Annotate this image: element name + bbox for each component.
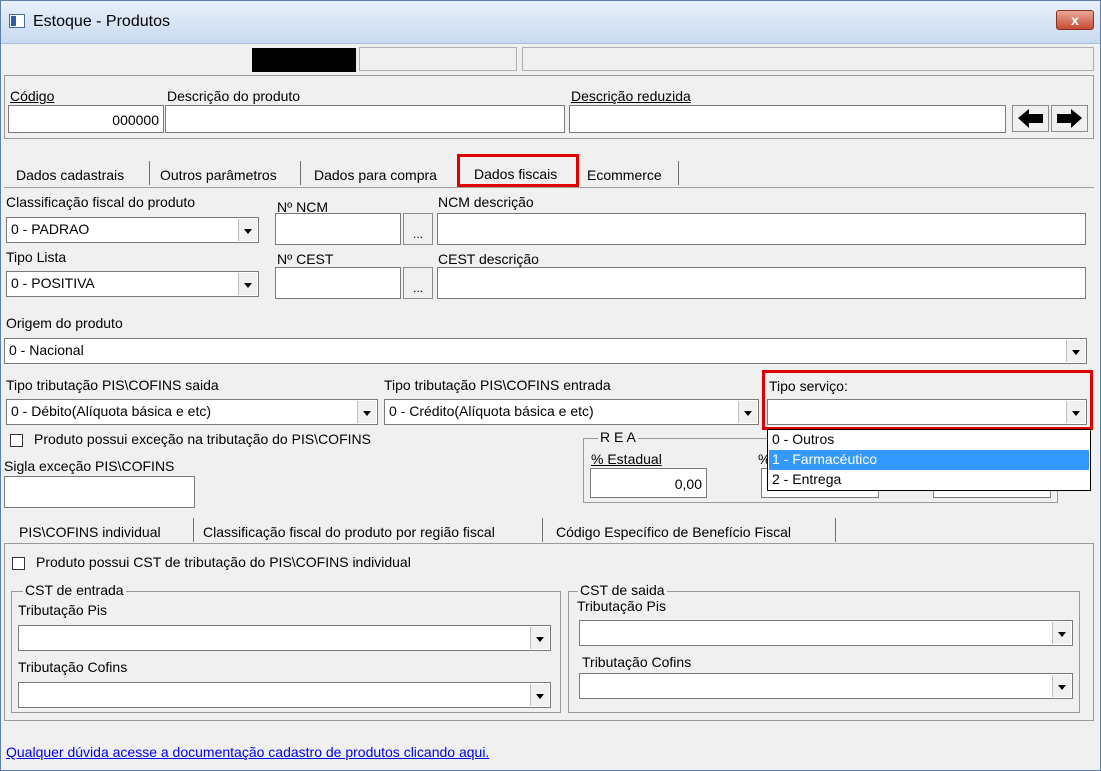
tab-divider (149, 161, 150, 185)
cest-label: Nº CEST (277, 251, 334, 267)
tab-classificacao-regiao[interactable]: Classificação fiscal do produto por regi… (203, 524, 495, 540)
arrow-left-icon (1018, 109, 1043, 128)
codigo-value: 000000 (112, 112, 159, 128)
tab-ecommerce[interactable]: Ecommerce (587, 167, 662, 183)
cst-entrada-title: CST de entrada (23, 582, 126, 598)
tab-divider (300, 161, 301, 185)
tipo-lista-label: Tipo Lista (6, 249, 67, 265)
ncm-field[interactable] (275, 213, 401, 245)
tab-divider (193, 518, 194, 542)
cst-saida-title: CST de saida (578, 582, 667, 598)
pis-saida-value: 0 - Débito(Alíquota básica e etc) (11, 403, 211, 419)
origem-value: 0 - Nacional (9, 342, 84, 358)
chevron-down-icon[interactable] (238, 273, 257, 295)
app-icon (9, 14, 25, 28)
title-bar: Estoque - Produtos x (1, 1, 1100, 44)
excecao-checkbox[interactable] (10, 434, 23, 447)
option-farmaceutico[interactable]: 1 - Farmacéutico (769, 450, 1089, 470)
descricao-reduzida-field[interactable] (569, 105, 1006, 133)
sigla-label: Sigla exceção PIS\COFINS (4, 458, 175, 474)
chevron-down-icon[interactable] (357, 401, 376, 423)
tab-pis-cofins-individual[interactable]: PIS\COFINS individual (19, 524, 161, 540)
ncm-search-button[interactable]: ... (403, 213, 433, 245)
highlight-tipo-servico (762, 370, 1093, 430)
window-title: Estoque - Produtos (33, 13, 170, 30)
tipo-lista-select[interactable]: 0 - POSITIVA (6, 271, 259, 297)
sigla-field[interactable] (4, 476, 195, 508)
chevron-down-icon[interactable] (530, 627, 549, 649)
entrada-trib-pis-select[interactable] (18, 625, 551, 651)
chevron-down-icon[interactable] (1066, 340, 1085, 362)
estadual-field[interactable]: 0,00 (590, 468, 707, 498)
highlight-dados-fiscais-tab (457, 154, 579, 187)
descricao-reduzida-label: Descrição reduzida (571, 88, 691, 104)
status-block-dark (252, 48, 356, 72)
pis-entrada-select[interactable]: 0 - Crédito(Alíquota básica e etc) (384, 399, 759, 425)
saida-trib-cofins-select[interactable] (579, 673, 1073, 699)
option-entrega[interactable]: 2 - Entrega (769, 470, 1089, 490)
cest-search-button[interactable]: ... (403, 267, 433, 299)
codigo-label: Código (10, 88, 55, 104)
option-outros[interactable]: 0 - Outros (769, 430, 1089, 450)
codigo-field[interactable]: 000000 (8, 105, 164, 133)
tab-outros-parametros[interactable]: Outros parâmetros (160, 167, 277, 183)
tab-divider (678, 161, 679, 185)
pis-saida-select[interactable]: 0 - Débito(Alíquota básica e etc) (6, 399, 378, 425)
chevron-down-icon[interactable] (738, 401, 757, 423)
pis-entrada-value: 0 - Crédito(Alíquota básica e etc) (389, 403, 594, 419)
saida-trib-cofins-label: Tributação Cofins (582, 654, 692, 670)
close-button[interactable]: x (1056, 10, 1094, 30)
estadual-label: % Estadual (591, 451, 662, 467)
entrada-trib-cofins-select[interactable] (18, 682, 551, 708)
estadual-value: 0,00 (674, 476, 702, 492)
status-panel (522, 47, 1094, 71)
excecao-label: Produto possui exceção na tributação do … (34, 431, 371, 447)
classificacao-select[interactable]: 0 - PADRAO (6, 217, 259, 243)
ncm-descricao-field[interactable] (437, 213, 1086, 245)
next-record-button[interactable] (1051, 105, 1088, 132)
cest-descricao-label: CEST descrição (438, 251, 539, 267)
origem-select[interactable]: 0 - Nacional (4, 338, 1087, 364)
tab-codigo-beneficio[interactable]: Código Específico de Benefício Fiscal (556, 524, 791, 540)
entrada-trib-cofins-label: Tributação Cofins (18, 659, 128, 675)
pis-saida-label: Tipo tributação PIS\COFINS saida (6, 377, 219, 393)
tab-divider (835, 518, 836, 542)
entrada-trib-pis-label: Tributação Pis (18, 602, 107, 618)
status-panel (359, 47, 517, 71)
chevron-down-icon[interactable] (1052, 622, 1071, 644)
descricao-label: Descrição do produto (167, 88, 301, 104)
tipo-servico-options: 0 - Outros 1 - Farmacéutico 2 - Entrega (767, 429, 1091, 491)
tab-divider (542, 518, 543, 542)
chevron-down-icon[interactable] (530, 684, 549, 706)
classificacao-label: Classificação fiscal do produto (6, 194, 196, 210)
product-window: Estoque - Produtos x Código 000000 Descr… (0, 0, 1101, 771)
rea-title: R E A (598, 429, 638, 445)
chevron-down-icon[interactable] (238, 219, 257, 241)
cest-field[interactable] (275, 267, 401, 299)
ncm-descricao-label: NCM descrição (438, 194, 534, 210)
tab-dados-para-compra[interactable]: Dados para compra (314, 167, 437, 183)
origem-label: Origem do produto (6, 315, 123, 331)
saida-trib-pis-label: Tributação Pis (577, 598, 666, 614)
arrow-right-icon (1057, 109, 1082, 128)
cst-individual-checkbox[interactable] (12, 557, 25, 570)
saida-trib-pis-select[interactable] (579, 620, 1073, 646)
cest-descricao-field[interactable] (437, 267, 1086, 299)
descricao-field[interactable] (165, 105, 565, 133)
classificacao-value: 0 - PADRAO (11, 221, 90, 237)
previous-record-button[interactable] (1012, 105, 1049, 132)
pis-entrada-label: Tipo tributação PIS\COFINS entrada (384, 377, 611, 393)
cst-individual-label: Produto possui CST de tributação do PIS\… (36, 554, 411, 570)
chevron-down-icon[interactable] (1052, 675, 1071, 697)
documentation-link[interactable]: Qualquer dúvida acesse a documentação ca… (6, 744, 489, 760)
tab-dados-cadastrais[interactable]: Dados cadastrais (16, 167, 124, 183)
tipo-lista-value: 0 - POSITIVA (11, 275, 95, 291)
tab-panel-border (4, 187, 1094, 188)
